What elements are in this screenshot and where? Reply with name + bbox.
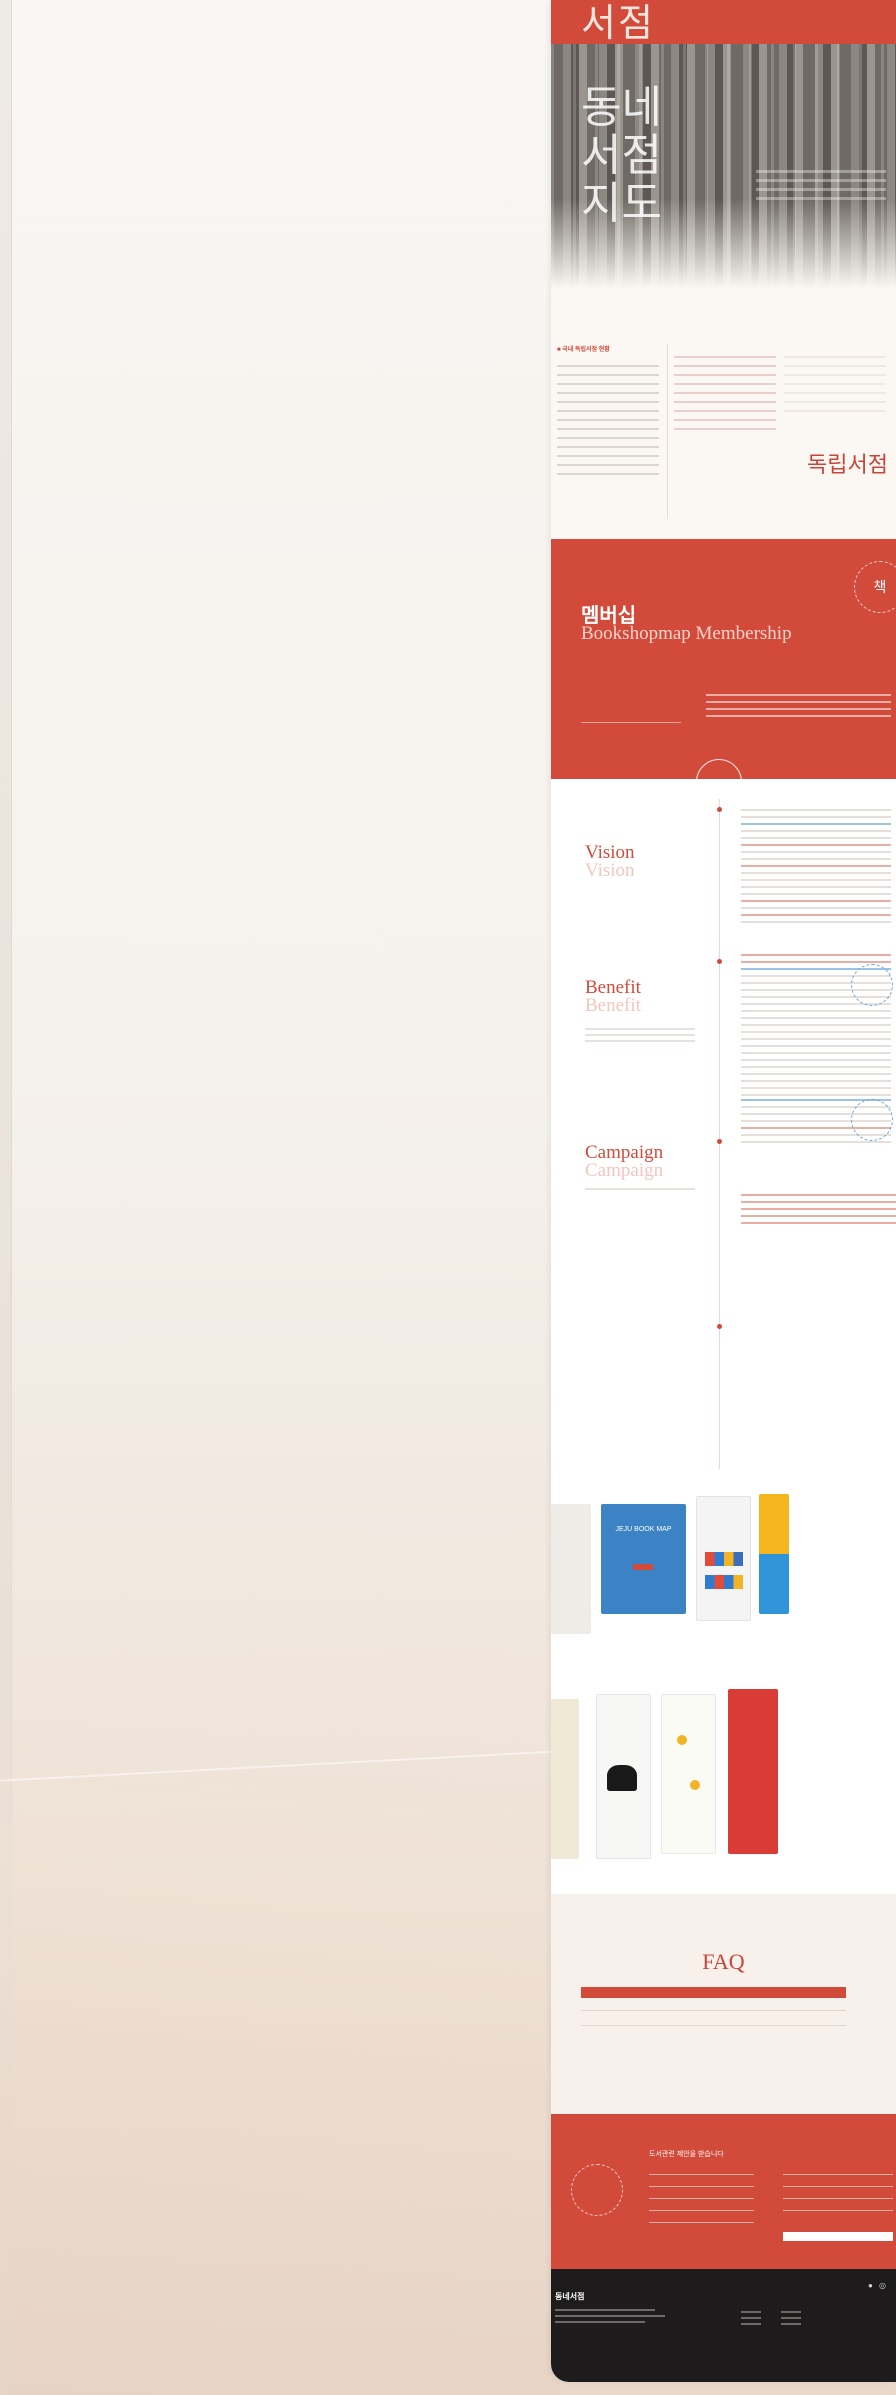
social-icons[interactable]: ● ◎ [868,2281,888,2290]
book-cover[interactable] [551,1699,579,1859]
contact-field[interactable] [783,2198,893,2199]
contact-field[interactable] [649,2174,754,2175]
vision-details [741,804,891,928]
book-seal-icon [851,964,893,1006]
campaign-note [741,1189,896,1229]
timeline-dot [717,959,722,964]
contact-field[interactable] [649,2186,754,2187]
footer: 동네서점 ● ◎ [551,2269,896,2382]
faq-item[interactable] [581,1987,846,1998]
hero-title: 동네 서점 지도 [581,84,662,228]
hero-description [756,164,886,206]
book-cover[interactable] [728,1689,778,1854]
campaign-title: Campaign Campaign [585,1142,664,1181]
faq-item[interactable] [581,2000,846,2011]
contact-section: 도서관련 제안을 받습니다 [551,2114,896,2269]
divider [581,722,681,723]
hero-title-line: 서점 [581,130,662,181]
book-seal-icon [851,1099,893,1141]
footer-info [555,2309,655,2311]
book-gallery: JEJU BOOK MAP [551,1484,896,1894]
book-cover[interactable] [696,1496,751,1621]
membership-info-section: Vision Vision Benefit Benefit Campaign C… [551,779,896,1484]
book-cover[interactable] [759,1494,789,1614]
hero-bookshelf-image: 동네 서점 지도 [551,44,896,289]
hero-title-line: 동네 [581,82,662,133]
hero-banner: 서점 [551,0,896,45]
book-cover[interactable] [596,1694,651,1859]
timeline-dot [717,1324,722,1329]
book-cover[interactable]: JEJU BOOK MAP [601,1504,686,1614]
page-preview[interactable]: 서점 동네 서점 지도 ■ 국내 독립서점 현황 독립서점 멤버십 Booksh… [551,0,896,2382]
intro-column: ■ 국내 독립서점 현황 [557,344,659,519]
benefit-title: Benefit Benefit [585,977,641,1016]
footer-link[interactable] [781,2311,801,2313]
intro-stamp-text: 독립서점 [807,453,888,478]
benefit-description [585,1024,695,1046]
intro-heading: ■ 국내 독립서점 현황 [557,347,610,353]
background-haze [0,1720,560,2395]
faq-section: FAQ [551,1894,896,2114]
contact-field[interactable] [649,2198,754,2199]
vision-title: Vision Vision [585,842,635,881]
book-seal-icon [571,2164,623,2216]
faq-title: FAQ [702,1949,745,1974]
footer-link[interactable] [741,2311,761,2313]
hero-title-line: 지도 [581,178,662,229]
intro-section: ■ 국내 독립서점 현황 독립서점 [551,289,896,519]
book-seal-icon: 책 [854,561,896,613]
book-cover[interactable] [661,1694,716,1854]
membership-subtitle: Bookshopmap Membership [581,623,792,644]
faq-item[interactable] [581,2015,846,2026]
contact-field[interactable] [783,2186,893,2187]
footer-link[interactable] [781,2323,801,2325]
contact-field[interactable] [649,2222,754,2223]
footer-info [555,2315,665,2317]
membership-description [706,689,891,722]
campaign-description [585,1184,695,1194]
footer-link[interactable] [781,2317,801,2319]
timeline-line [719,799,720,1469]
footer-link[interactable] [741,2317,761,2319]
membership-section: 멤버십 Bookshopmap Membership 책 [551,539,896,805]
contact-field[interactable] [783,2174,893,2175]
contact-field[interactable] [649,2210,754,2211]
intro-column [784,344,886,519]
footer-info [555,2321,645,2323]
contact-field[interactable] [783,2210,893,2211]
footer-link[interactable] [741,2323,761,2325]
footer-logo: 동네서점 [555,2292,585,2301]
timeline-dot [717,807,722,812]
hero-top-title: 서점 [581,1,655,45]
submit-button[interactable] [783,2232,893,2241]
timeline-dot [717,1139,722,1144]
book-cover[interactable] [551,1504,591,1634]
contact-heading: 도서관련 제안을 받습니다 [649,2151,724,2158]
intro-column [667,344,776,519]
